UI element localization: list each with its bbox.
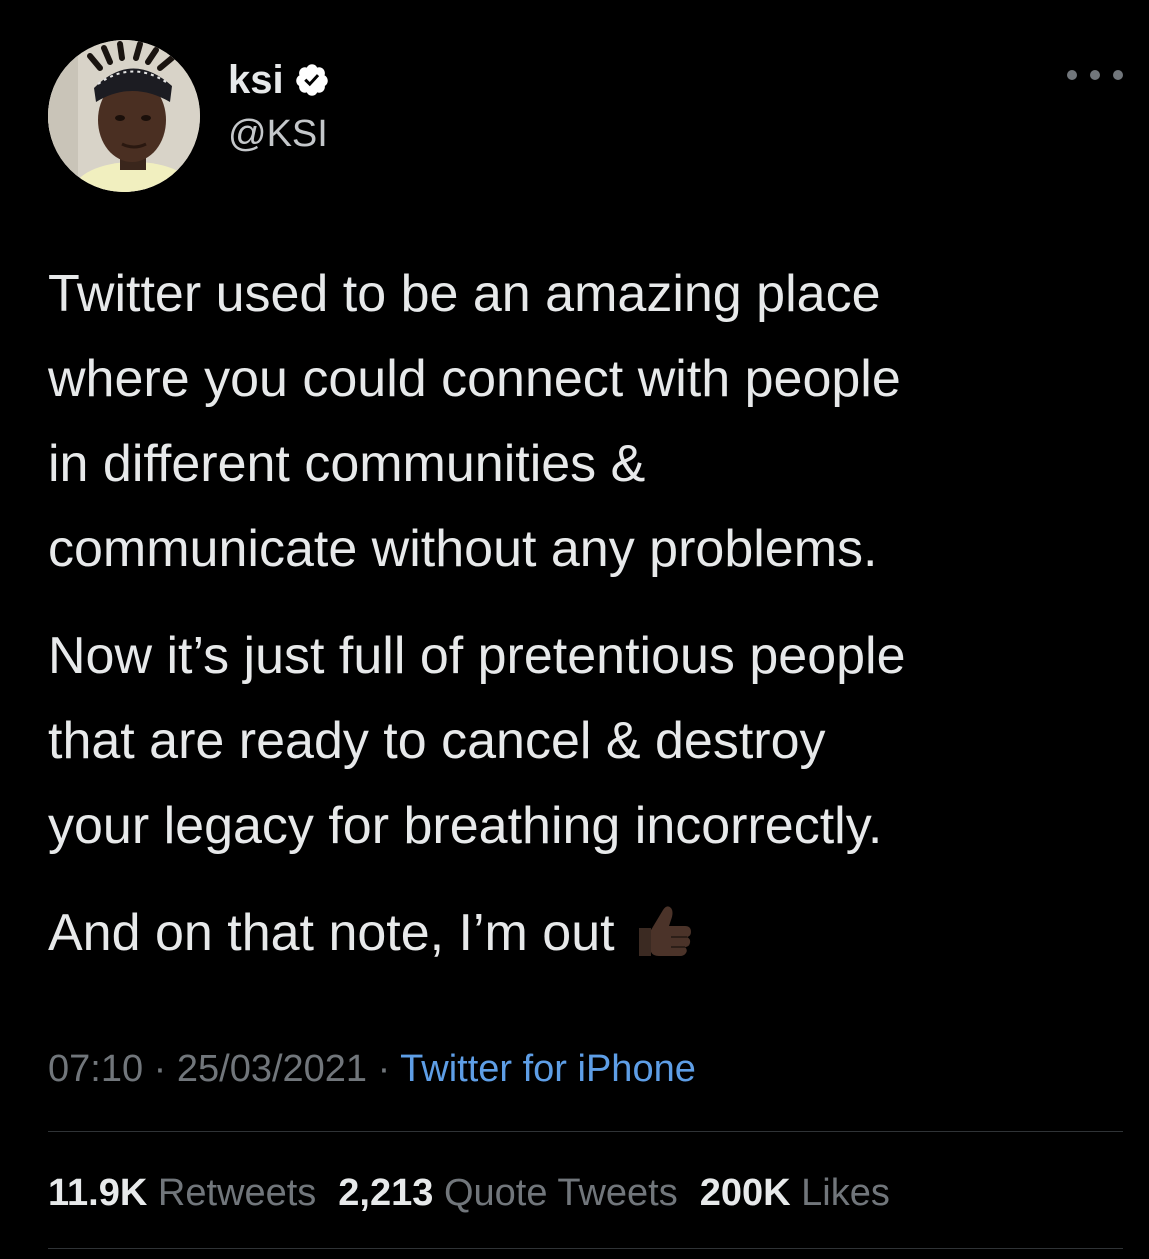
quote-tweets-count: 2,213 bbox=[338, 1172, 434, 1214]
quote-tweets-label: Quote Tweets bbox=[443, 1172, 678, 1214]
likes-count: 200K bbox=[699, 1172, 791, 1214]
avatar-photo bbox=[48, 40, 200, 192]
tweet-date[interactable]: 25/03/2021 bbox=[177, 1048, 367, 1090]
text-line: And on that note, I’m out bbox=[48, 904, 615, 962]
retweets-label: Retweets bbox=[157, 1172, 317, 1214]
tweet-source-link[interactable]: Twitter for iPhone bbox=[400, 1048, 696, 1090]
retweets-count: 11.9K bbox=[48, 1172, 148, 1214]
dot bbox=[1090, 70, 1100, 80]
tweet-detail: ksi @KSI Twitter used to be an amazing p… bbox=[0, 0, 1149, 1259]
tweet-paragraph: Twitter used to be an amazing place wher… bbox=[48, 252, 1128, 592]
text-line: in different communities & bbox=[48, 435, 646, 493]
tweet-paragraph: And on that note, I’m out bbox=[48, 891, 1128, 976]
likes-label: Likes bbox=[801, 1172, 890, 1214]
divider bbox=[48, 1248, 1123, 1249]
tweet-paragraph: Now it’s just full of pretentious people… bbox=[48, 614, 1128, 869]
tweet-stats: 11.9K Retweets 2,213 Quote Tweets 200K L… bbox=[48, 1168, 890, 1218]
text-line: communicate without any problems. bbox=[48, 520, 878, 578]
tweet-header: ksi @KSI bbox=[48, 40, 1123, 192]
name-row: ksi bbox=[228, 58, 330, 102]
text-line: your legacy for breathing incorrectly. bbox=[48, 797, 883, 855]
retweets-stat[interactable]: 11.9K Retweets bbox=[48, 1168, 316, 1218]
tweet-meta: 07:10 · 25/03/2021 · Twitter for iPhone bbox=[48, 1044, 696, 1094]
meta-separator: · bbox=[367, 1048, 401, 1090]
thumbs-up-icon bbox=[633, 900, 695, 962]
avatar[interactable] bbox=[48, 40, 200, 192]
quote-tweets-stat[interactable]: 2,213 Quote Tweets bbox=[338, 1168, 677, 1218]
tweet-time[interactable]: 07:10 bbox=[48, 1048, 143, 1090]
text-line: where you could connect with people bbox=[48, 350, 901, 408]
tweet-text: Twitter used to be an amazing place wher… bbox=[48, 252, 1128, 976]
text-line: that are ready to cancel & destroy bbox=[48, 712, 826, 770]
text-line: Twitter used to be an amazing place bbox=[48, 265, 881, 323]
handle[interactable]: @KSI bbox=[228, 112, 328, 156]
likes-stat[interactable]: 200K Likes bbox=[700, 1168, 890, 1218]
dot bbox=[1067, 70, 1077, 80]
divider bbox=[48, 1131, 1123, 1132]
verified-badge-icon bbox=[294, 62, 330, 98]
text-line: Now it’s just full of pretentious people bbox=[48, 627, 906, 685]
meta-separator: · bbox=[143, 1048, 177, 1090]
display-name[interactable]: ksi bbox=[228, 58, 284, 102]
more-options-icon[interactable] bbox=[1067, 60, 1123, 90]
dot bbox=[1113, 70, 1123, 80]
